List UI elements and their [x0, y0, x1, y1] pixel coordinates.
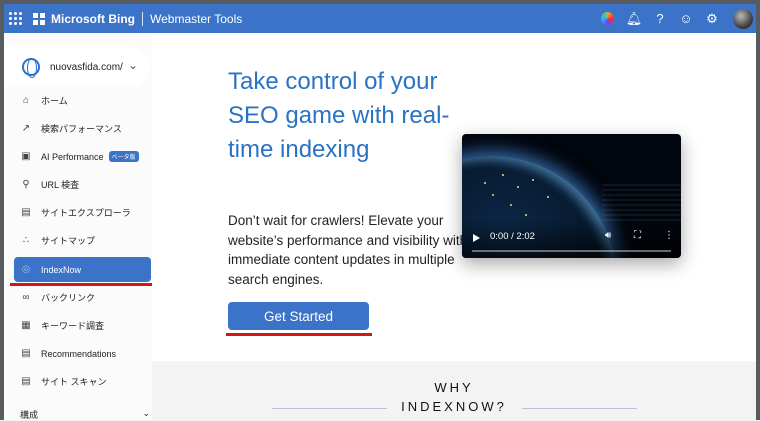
- nav-item-label: 検索パフォーマンス: [41, 124, 122, 134]
- section-label: 構成: [20, 410, 39, 420]
- nav-item-label: URL 検査: [41, 180, 80, 190]
- sidebar: nuovasfida.com/ ⌄ ⌂ ホーム ↗ 検索パフォーマンス ▣ AI…: [4, 33, 152, 420]
- nav-item-label: バックリンク: [41, 293, 96, 303]
- link-icon: ∞: [22, 292, 30, 303]
- globe-icon: [22, 58, 40, 78]
- top-bar: Microsoft Bing Webmaster Tools 🔔︎ ? ☺ ⚙: [4, 4, 756, 33]
- get-started-button[interactable]: Get Started: [228, 302, 369, 330]
- image-icon: ▣: [21, 151, 31, 162]
- volume-icon[interactable]: 🔊︎: [605, 230, 611, 241]
- nav-item-label: Recommendations: [41, 348, 117, 359]
- hero-title: Take control of your SEO game with real-…: [228, 68, 450, 163]
- recommend-icon: ▤: [21, 348, 31, 359]
- feedback-smiley-icon[interactable]: ☺: [673, 11, 699, 26]
- window: Microsoft Bing Webmaster Tools 🔔︎ ? ☺ ⚙ …: [0, 0, 760, 420]
- nav-item-ai-performance[interactable]: ▣ AI Performance ベータ版: [14, 144, 151, 169]
- nav-item-label: サイトマップ: [41, 236, 96, 246]
- copilot-icon[interactable]: [601, 12, 614, 25]
- nav-item-site-explorer[interactable]: ▤ サイトエクスプローラ: [14, 200, 151, 225]
- nav-item-search-performance[interactable]: ↗ 検索パフォーマンス: [14, 116, 151, 141]
- play-icon[interactable]: [473, 234, 480, 242]
- site-name: nuovasfida.com/: [50, 61, 123, 73]
- document-icon: ▤: [21, 207, 31, 218]
- sitemap-icon: ∴: [22, 235, 30, 246]
- why-indexnow-heading: WHY INDEXNOW?: [152, 378, 756, 416]
- nav-item-label: AI Performance: [41, 151, 104, 162]
- more-options-icon[interactable]: ⋮: [664, 230, 674, 241]
- nav-item-label: キーワード調査: [41, 321, 105, 331]
- keyword-icon: ▦: [21, 320, 31, 331]
- nav-item-label: ホーム: [41, 96, 68, 106]
- indexnow-icon: ◎: [21, 264, 31, 275]
- section-config-header[interactable]: 構成 ⌄: [20, 408, 150, 421]
- chevron-down-icon: ⌄: [127, 58, 138, 72]
- nav-item-label: サイトエクスプローラ: [41, 208, 131, 218]
- fullscreen-icon[interactable]: ⛶: [634, 230, 641, 241]
- brand-divider: [142, 11, 143, 26]
- video-player[interactable]: 0:00 / 2:02 🔊︎ ⛶ ⋮: [462, 134, 681, 258]
- video-time: 0:00 / 2:02: [490, 231, 535, 242]
- scan-icon: ▤: [21, 376, 31, 387]
- nav-item-label: IndexNow: [41, 264, 82, 275]
- brand-name[interactable]: Microsoft Bing: [51, 12, 135, 26]
- settings-gear-icon[interactable]: ⚙: [699, 11, 725, 27]
- nav-item-home[interactable]: ⌂ ホーム: [14, 88, 151, 113]
- why-line-2: INDEXNOW?: [401, 399, 507, 414]
- nav-item-indexnow[interactable]: ◎ IndexNow: [14, 257, 151, 282]
- nav-item-keyword-research[interactable]: ▦ キーワード調査: [14, 313, 151, 338]
- microsoft-logo-icon: [33, 12, 45, 25]
- home-icon: ⌂: [22, 95, 30, 106]
- product-name[interactable]: Webmaster Tools: [150, 12, 242, 26]
- notifications-bell-icon[interactable]: 🔔︎: [621, 11, 647, 27]
- beta-badge: ベータ版: [108, 151, 139, 162]
- highlight-underline-indexnow: [10, 283, 154, 286]
- nav-item-site-scan[interactable]: ▤ サイト スキャン: [14, 369, 151, 394]
- nav-item-sitemaps[interactable]: ∴ サイトマップ: [14, 228, 151, 253]
- app-launcher-icon[interactable]: [9, 11, 23, 26]
- nav-item-url-inspection[interactable]: ⚲ URL 検査: [14, 172, 151, 197]
- why-line-1: WHY: [434, 380, 474, 395]
- site-selector[interactable]: nuovasfida.com/ ⌄: [4, 47, 150, 87]
- hero-section: Take control of your SEO game with real-…: [152, 33, 756, 361]
- nav-item-recommendations[interactable]: ▤ Recommendations: [14, 341, 151, 366]
- nav-item-backlinks[interactable]: ∞ バックリンク: [14, 285, 151, 310]
- search-icon: ⚲: [22, 179, 30, 190]
- highlight-underline-cta: [226, 333, 372, 336]
- main-content: Take control of your SEO game with real-…: [152, 33, 756, 420]
- video-progress-bar[interactable]: [472, 250, 671, 252]
- why-right-divider: [522, 408, 637, 409]
- video-controls: 0:00 / 2:02 🔊︎ ⛶ ⋮: [462, 218, 681, 258]
- hero-description: Don’t wait for crawlers! Elevate your we…: [228, 213, 468, 287]
- chevron-down-icon: ⌄: [142, 408, 150, 418]
- why-left-divider: [272, 408, 387, 409]
- help-icon[interactable]: ?: [647, 11, 673, 26]
- nav-item-label: サイト スキャン: [41, 377, 107, 387]
- user-avatar[interactable]: [733, 8, 753, 29]
- trend-icon: ↗: [21, 123, 31, 134]
